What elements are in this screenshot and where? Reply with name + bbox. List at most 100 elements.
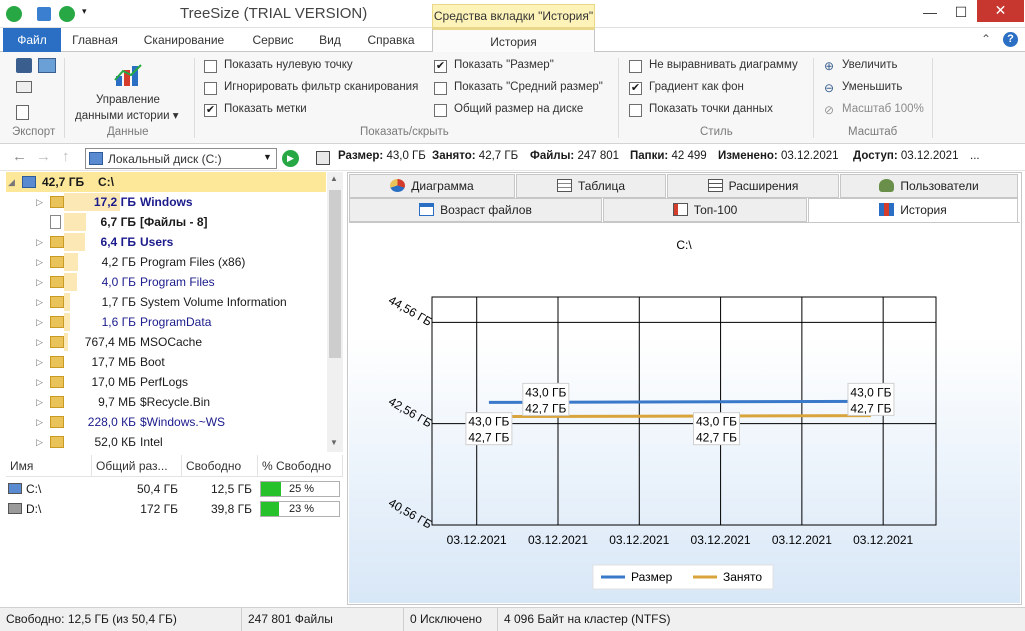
tree-row[interactable]: ▷ 17,7 МБ Boot xyxy=(6,352,326,372)
tab-extensions[interactable]: Расширения xyxy=(667,174,839,198)
check-mark[interactable] xyxy=(629,60,642,73)
tree-item-size: 1,7 ГБ xyxy=(101,295,136,309)
tree-row[interactable]: ▷ 17,2 ГБ Windows xyxy=(6,192,326,212)
tab-history[interactable]: История xyxy=(432,28,595,53)
data-label: 43,0 ГБ xyxy=(850,385,891,399)
tab-scan[interactable]: Сканирование xyxy=(136,28,232,52)
tree-scrollbar[interactable]: ▲ ▼ xyxy=(327,172,343,452)
tab-file[interactable]: Файл xyxy=(3,28,61,52)
check-mark[interactable]: ✔ xyxy=(204,104,217,117)
check-mark[interactable]: ✔ xyxy=(629,82,642,95)
back-arrow-icon[interactable]: ← xyxy=(12,148,27,165)
tree-row[interactable]: ▷ 9,7 МБ $Recycle.Bin xyxy=(6,392,326,412)
tree-row[interactable]: ▷ 4,0 ГБ Program Files xyxy=(6,272,326,292)
stat-more[interactable]: ... xyxy=(970,150,980,162)
tab-home[interactable]: Главная xyxy=(64,28,126,52)
path-combobox[interactable]: Локальный диск (C:) ▼ xyxy=(85,148,277,169)
tab-file-age[interactable]: Возраст файлов xyxy=(349,198,602,222)
expand-arrow-icon[interactable]: ▷ xyxy=(36,272,46,292)
expand-arrow-icon[interactable]: ▷ xyxy=(36,352,46,372)
save-icon[interactable] xyxy=(16,58,32,73)
folder-icon xyxy=(50,416,64,428)
tree-row[interactable]: ▷ 1,7 ГБ System Volume Information xyxy=(6,292,326,312)
up-arrow-icon[interactable]: ↑ xyxy=(62,148,70,165)
expand-arrow-icon[interactable]: ▷ xyxy=(36,292,46,312)
check-mark[interactable] xyxy=(204,82,217,95)
check-mark[interactable] xyxy=(434,82,447,95)
tree-row[interactable]: ▷ 4,2 ГБ Program Files (x86) xyxy=(6,252,326,272)
expand-arrow-icon[interactable]: ▷ xyxy=(36,232,46,252)
expand-arrow-icon[interactable]: ▷ xyxy=(36,252,46,272)
tree-row[interactable]: ▷ 228,0 КБ $Windows.~WS xyxy=(6,412,326,432)
history-data-button[interactable]: Управление данными истории ▾ xyxy=(70,58,188,122)
tree-row[interactable]: ▷ 17,0 МБ PerfLogs xyxy=(6,372,326,392)
stat-files-label: Файлы: xyxy=(530,150,575,162)
free-space-bar: 25 % xyxy=(260,481,340,497)
tree-item-name: C:\ xyxy=(98,175,114,189)
col-header-name[interactable]: Имя xyxy=(6,455,92,477)
separator xyxy=(194,58,195,138)
scan-play-icon[interactable]: ▶ xyxy=(282,150,299,167)
stat-folders-label: Папки: xyxy=(630,150,669,162)
zoom-out-button[interactable]: ⊖ Уменьшить xyxy=(822,81,932,97)
tab-chart[interactable]: Диаграмма xyxy=(349,174,515,198)
scan-quick-icon[interactable] xyxy=(59,6,75,22)
history-chart-icon xyxy=(879,203,895,216)
check-mark[interactable] xyxy=(204,60,217,73)
tab-view[interactable]: Вид xyxy=(312,28,348,52)
group-data-label: Данные xyxy=(107,126,149,138)
check-mark[interactable]: ✔ xyxy=(434,60,447,73)
expand-arrow-icon[interactable]: ▷ xyxy=(36,412,46,432)
zoom-100-icon: ⊘ xyxy=(824,103,835,117)
quick-access-icon[interactable] xyxy=(37,7,51,21)
copy-icon[interactable] xyxy=(16,105,29,120)
tab-history-view[interactable]: История xyxy=(808,198,1018,222)
expand-arrow-icon[interactable]: ▷ xyxy=(36,192,46,212)
expand-arrow-icon[interactable]: ▷ xyxy=(36,332,46,352)
maximize-button[interactable]: ☐ xyxy=(946,0,976,24)
tree-item-size: 6,4 ГБ xyxy=(100,235,136,249)
zoom-in-button[interactable]: ⊕ Увеличить xyxy=(822,59,932,75)
scroll-down-icon[interactable]: ▼ xyxy=(330,438,338,447)
tab-tools[interactable]: Сервис xyxy=(244,28,302,52)
tree-row[interactable]: ▷ 1,6 ГБ ProgramData xyxy=(6,312,326,332)
collapse-arrow-icon[interactable]: ◢ xyxy=(8,172,18,192)
check-mark[interactable] xyxy=(629,104,642,117)
tree-row[interactable]: 6,7 ГБ [Файлы - 8] xyxy=(6,212,326,232)
expand-arrow-icon[interactable]: ▷ xyxy=(36,432,46,452)
export-image-icon[interactable] xyxy=(38,58,56,73)
expand-arrow-icon[interactable]: ▷ xyxy=(36,392,46,412)
free-space-fill xyxy=(261,482,281,496)
help-icon[interactable]: ? xyxy=(1003,32,1018,47)
folder-icon xyxy=(50,396,64,408)
tab-top100[interactable]: Топ-100 xyxy=(603,198,807,222)
tree-root-row[interactable]: ◢ 42,7 ГБ C:\ xyxy=(6,172,326,192)
expand-arrow-icon[interactable]: ▷ xyxy=(36,312,46,332)
col-header-pct-free[interactable]: % Свободно xyxy=(258,455,343,477)
zoom-100-label: Масштаб 100% xyxy=(842,103,924,115)
tab-help[interactable]: Справка xyxy=(360,28,422,52)
status-cluster: 4 096 Байт на кластер (NTFS) xyxy=(504,612,671,626)
expand-arrow-icon[interactable]: ▷ xyxy=(36,372,46,392)
tab-table[interactable]: Таблица xyxy=(516,174,666,198)
close-button[interactable]: ✕ xyxy=(977,0,1024,22)
tree-row[interactable]: ▷ 6,4 ГБ Users xyxy=(6,232,326,252)
tree-row[interactable]: ▷ 767,4 МБ MSOCache xyxy=(6,332,326,352)
ribbon-collapse-icon[interactable]: ⌃ xyxy=(981,32,991,46)
print-icon[interactable] xyxy=(16,81,32,93)
minimize-button[interactable]: — xyxy=(915,0,945,24)
col-header-total[interactable]: Общий раз... xyxy=(92,455,182,477)
tab-users[interactable]: Пользователи xyxy=(840,174,1018,198)
check-mark[interactable] xyxy=(434,104,447,117)
col-header-free[interactable]: Свободно xyxy=(182,455,258,477)
chevron-down-icon[interactable]: ▼ xyxy=(263,152,272,162)
x-tick-label: 03.12.2021 xyxy=(528,533,588,547)
qat-dropdown-icon[interactable]: ▾ xyxy=(82,6,87,17)
drive-icon xyxy=(8,483,22,494)
y-tick-label: 44,56 ГБ xyxy=(386,293,434,329)
scroll-up-icon[interactable]: ▲ xyxy=(330,174,338,183)
scroll-thumb[interactable] xyxy=(329,190,341,358)
forward-arrow-icon[interactable]: → xyxy=(36,148,51,165)
zoom-100-button[interactable]: ⊘ Масштаб 100% xyxy=(822,103,932,119)
tree-row[interactable]: ▷ 52,0 КБ Intel xyxy=(6,432,326,452)
